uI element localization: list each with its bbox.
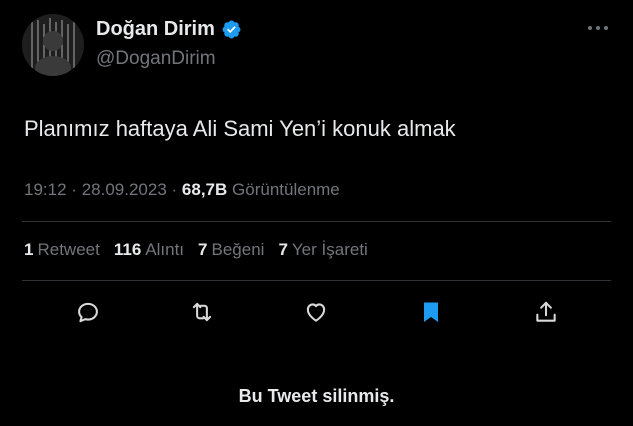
stat-label: Alıntı (145, 240, 185, 259)
tweet-date[interactable]: 28.09.2023 (82, 180, 167, 199)
stat-likes[interactable]: 7 Beğeni (198, 240, 264, 260)
views-label: Görüntülenme (232, 180, 340, 199)
reply-button[interactable] (72, 296, 104, 328)
author-name[interactable]: Doğan Dirim (96, 18, 215, 41)
views-count: 68,7B (181, 180, 228, 199)
stat-count: 116 (113, 240, 142, 259)
engagement-stats: 1 Retweet 116 Alıntı 7 Beğeni 7 Yer İşareti (24, 240, 368, 260)
more-options-icon[interactable] (586, 24, 610, 32)
stat-count: 7 (278, 240, 288, 259)
tweet-text: Planımız haftaya Ali Sami Yen’i konuk al… (24, 116, 456, 141)
author-name-row[interactable]: Doğan Dirim (96, 18, 242, 41)
stat-retweets[interactable]: 1 Retweet (24, 240, 100, 260)
like-icon (306, 303, 326, 322)
verified-badge-icon (222, 20, 241, 39)
tweet-meta: 19:12 · 28.09.2023 · 68,7B Görüntülenme (24, 180, 340, 200)
stat-label: Retweet (37, 240, 100, 259)
divider (22, 280, 611, 281)
share-icon (536, 301, 556, 322)
stat-label: Beğeni (211, 240, 265, 259)
retweet-icon (192, 302, 212, 322)
bookmark-button[interactable] (415, 296, 447, 328)
stat-quotes[interactable]: 116 Alıntı (114, 240, 184, 260)
action-bar (0, 296, 633, 328)
stat-count: 1 (24, 240, 34, 259)
profile-photo-icon (22, 14, 84, 76)
meta-separator: · (171, 180, 178, 199)
stat-bookmarks[interactable]: 7 Yer İşareti (278, 240, 367, 260)
divider (22, 221, 611, 222)
reply-icon (78, 302, 98, 323)
author-handle[interactable]: @DoganDirim (96, 48, 216, 70)
retweet-button[interactable] (186, 296, 218, 328)
stat-label: Yer İşareti (291, 240, 368, 259)
share-button[interactable] (530, 296, 562, 328)
stat-count: 7 (198, 240, 208, 259)
deleted-notice: Bu Tweet silinmiş. (238, 386, 395, 406)
tweet-time[interactable]: 19:12 (24, 180, 67, 199)
avatar[interactable] (22, 14, 84, 76)
like-button[interactable] (300, 296, 332, 328)
bookmark-icon (424, 302, 438, 322)
meta-separator: · (71, 180, 77, 199)
